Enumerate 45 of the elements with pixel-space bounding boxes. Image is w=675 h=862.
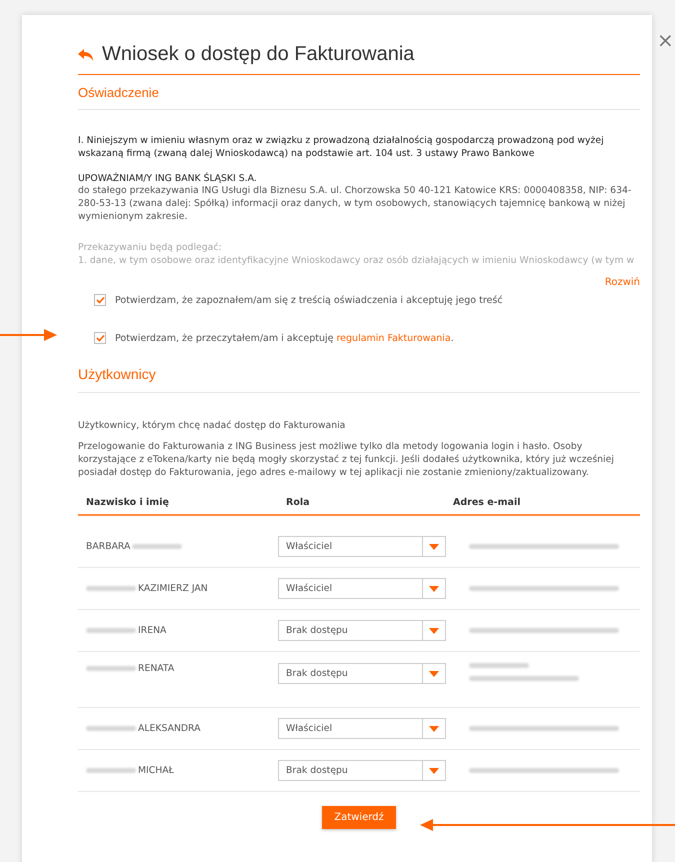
redacted-text xyxy=(86,726,136,731)
role-dropdown[interactable]: Brak dostępu xyxy=(278,663,446,684)
user-name: ALEKSANDRA xyxy=(138,723,200,734)
caret-icon xyxy=(429,628,439,634)
dialog-title: Wniosek o dostęp do Fakturowania xyxy=(102,43,414,66)
consent-label: Potwierdzam, że przeczytałem/am i akceptuję regulamin Fakturowania. xyxy=(115,332,454,344)
caret-icon xyxy=(429,544,439,550)
role-dropdown[interactable]: Właściciel xyxy=(278,536,446,557)
redacted-text xyxy=(86,768,136,773)
checkbox[interactable] xyxy=(94,332,106,344)
annotation-arrow xyxy=(0,328,58,342)
redacted-text xyxy=(86,666,136,671)
user-name: RENATA xyxy=(138,663,174,674)
user-name: IRENA xyxy=(138,625,166,636)
role-dropdown[interactable]: Właściciel xyxy=(278,578,446,599)
column-header: Nazwisko i imię xyxy=(85,497,170,508)
column-header: Adres e-mail xyxy=(453,497,522,508)
collapsed-text-line: Przekazywaniu będą podlegać: xyxy=(78,241,223,254)
user-name: BARBARA xyxy=(86,541,130,552)
authorization-heading: UPOWAŻNIAM/Y ING BANK ŚLĄSKI S.A. xyxy=(78,173,258,184)
role-dropdown[interactable]: Brak dostępu xyxy=(278,620,446,641)
column-header: Rola xyxy=(285,497,311,508)
user-name: KAZIMIERZ JAN xyxy=(138,583,208,594)
authorization-text: do stałego przekazywania ING Usługi dla Biznesu S.A. ul. Chorzowska 50 40-121 Katowice KRS: 0000408358, NIP: 634-280-53-13 (zwana dalej: Spółką) informacji oraz danych, w tym osobowych, stanowiących tajemnicę bankową w niżej wymienionym zakresie. xyxy=(78,184,632,223)
role-dropdown[interactable]: Właściciel xyxy=(278,718,446,739)
collapsed-text-line: 1. dane, w tym osobowe oraz identyfikacyjne Wnioskodawcy oraz osób działających w imieniu Wnioskodawcy (w tym w xyxy=(78,254,636,267)
redacted-email xyxy=(469,663,529,668)
declaration-text: I. Niniejszym w imieniu własnym oraz w związku z prowadzoną działalnością gospodarczą prowadzoną pod wyżej wskazaną firmą (zwaną dalej Wnioskodawcą) na podstawie art. 104 ust. 3 ustawy Prawo Bankowe xyxy=(78,134,605,160)
section-heading: Użytkownicy xyxy=(78,358,640,393)
caret-icon xyxy=(429,670,439,676)
users-note: Przelogowanie do Fakturowania z ING Business jest możliwe tylko dla metody logowania login i hasło. Osoby korzystające z eTokena/karty nie będą mogły skorzystać z tej funkcji. Jeśli dodałeś użytkownika, który już wcześniej posiadał dostęp do Fakturowania, jego adres e-mailowy w tej aplikacji nie zostanie zmieniony/zaktualizowany. xyxy=(78,440,615,479)
role-dropdown[interactable]: Brak dostępu xyxy=(278,760,446,781)
users-subtitle: Użytkownicy, którym chcę nadać dostęp do Fakturowania xyxy=(78,419,346,432)
redacted-text xyxy=(86,586,136,591)
section-heading: Oświadczenie xyxy=(78,75,640,110)
checkbox[interactable] xyxy=(94,294,106,306)
close-button[interactable]: × xyxy=(657,30,674,50)
caret-icon xyxy=(429,586,439,592)
consent-label: Potwierdzam, że zapoznałem/am się z treścią oświadczenia i akceptuję jego treść xyxy=(115,294,503,306)
redacted-text xyxy=(132,544,182,549)
redacted-text xyxy=(86,628,136,633)
back-arrow-icon[interactable] xyxy=(78,48,94,60)
caret-icon xyxy=(429,726,439,732)
user-name: MICHAŁ xyxy=(138,765,174,776)
caret-icon xyxy=(429,768,439,774)
